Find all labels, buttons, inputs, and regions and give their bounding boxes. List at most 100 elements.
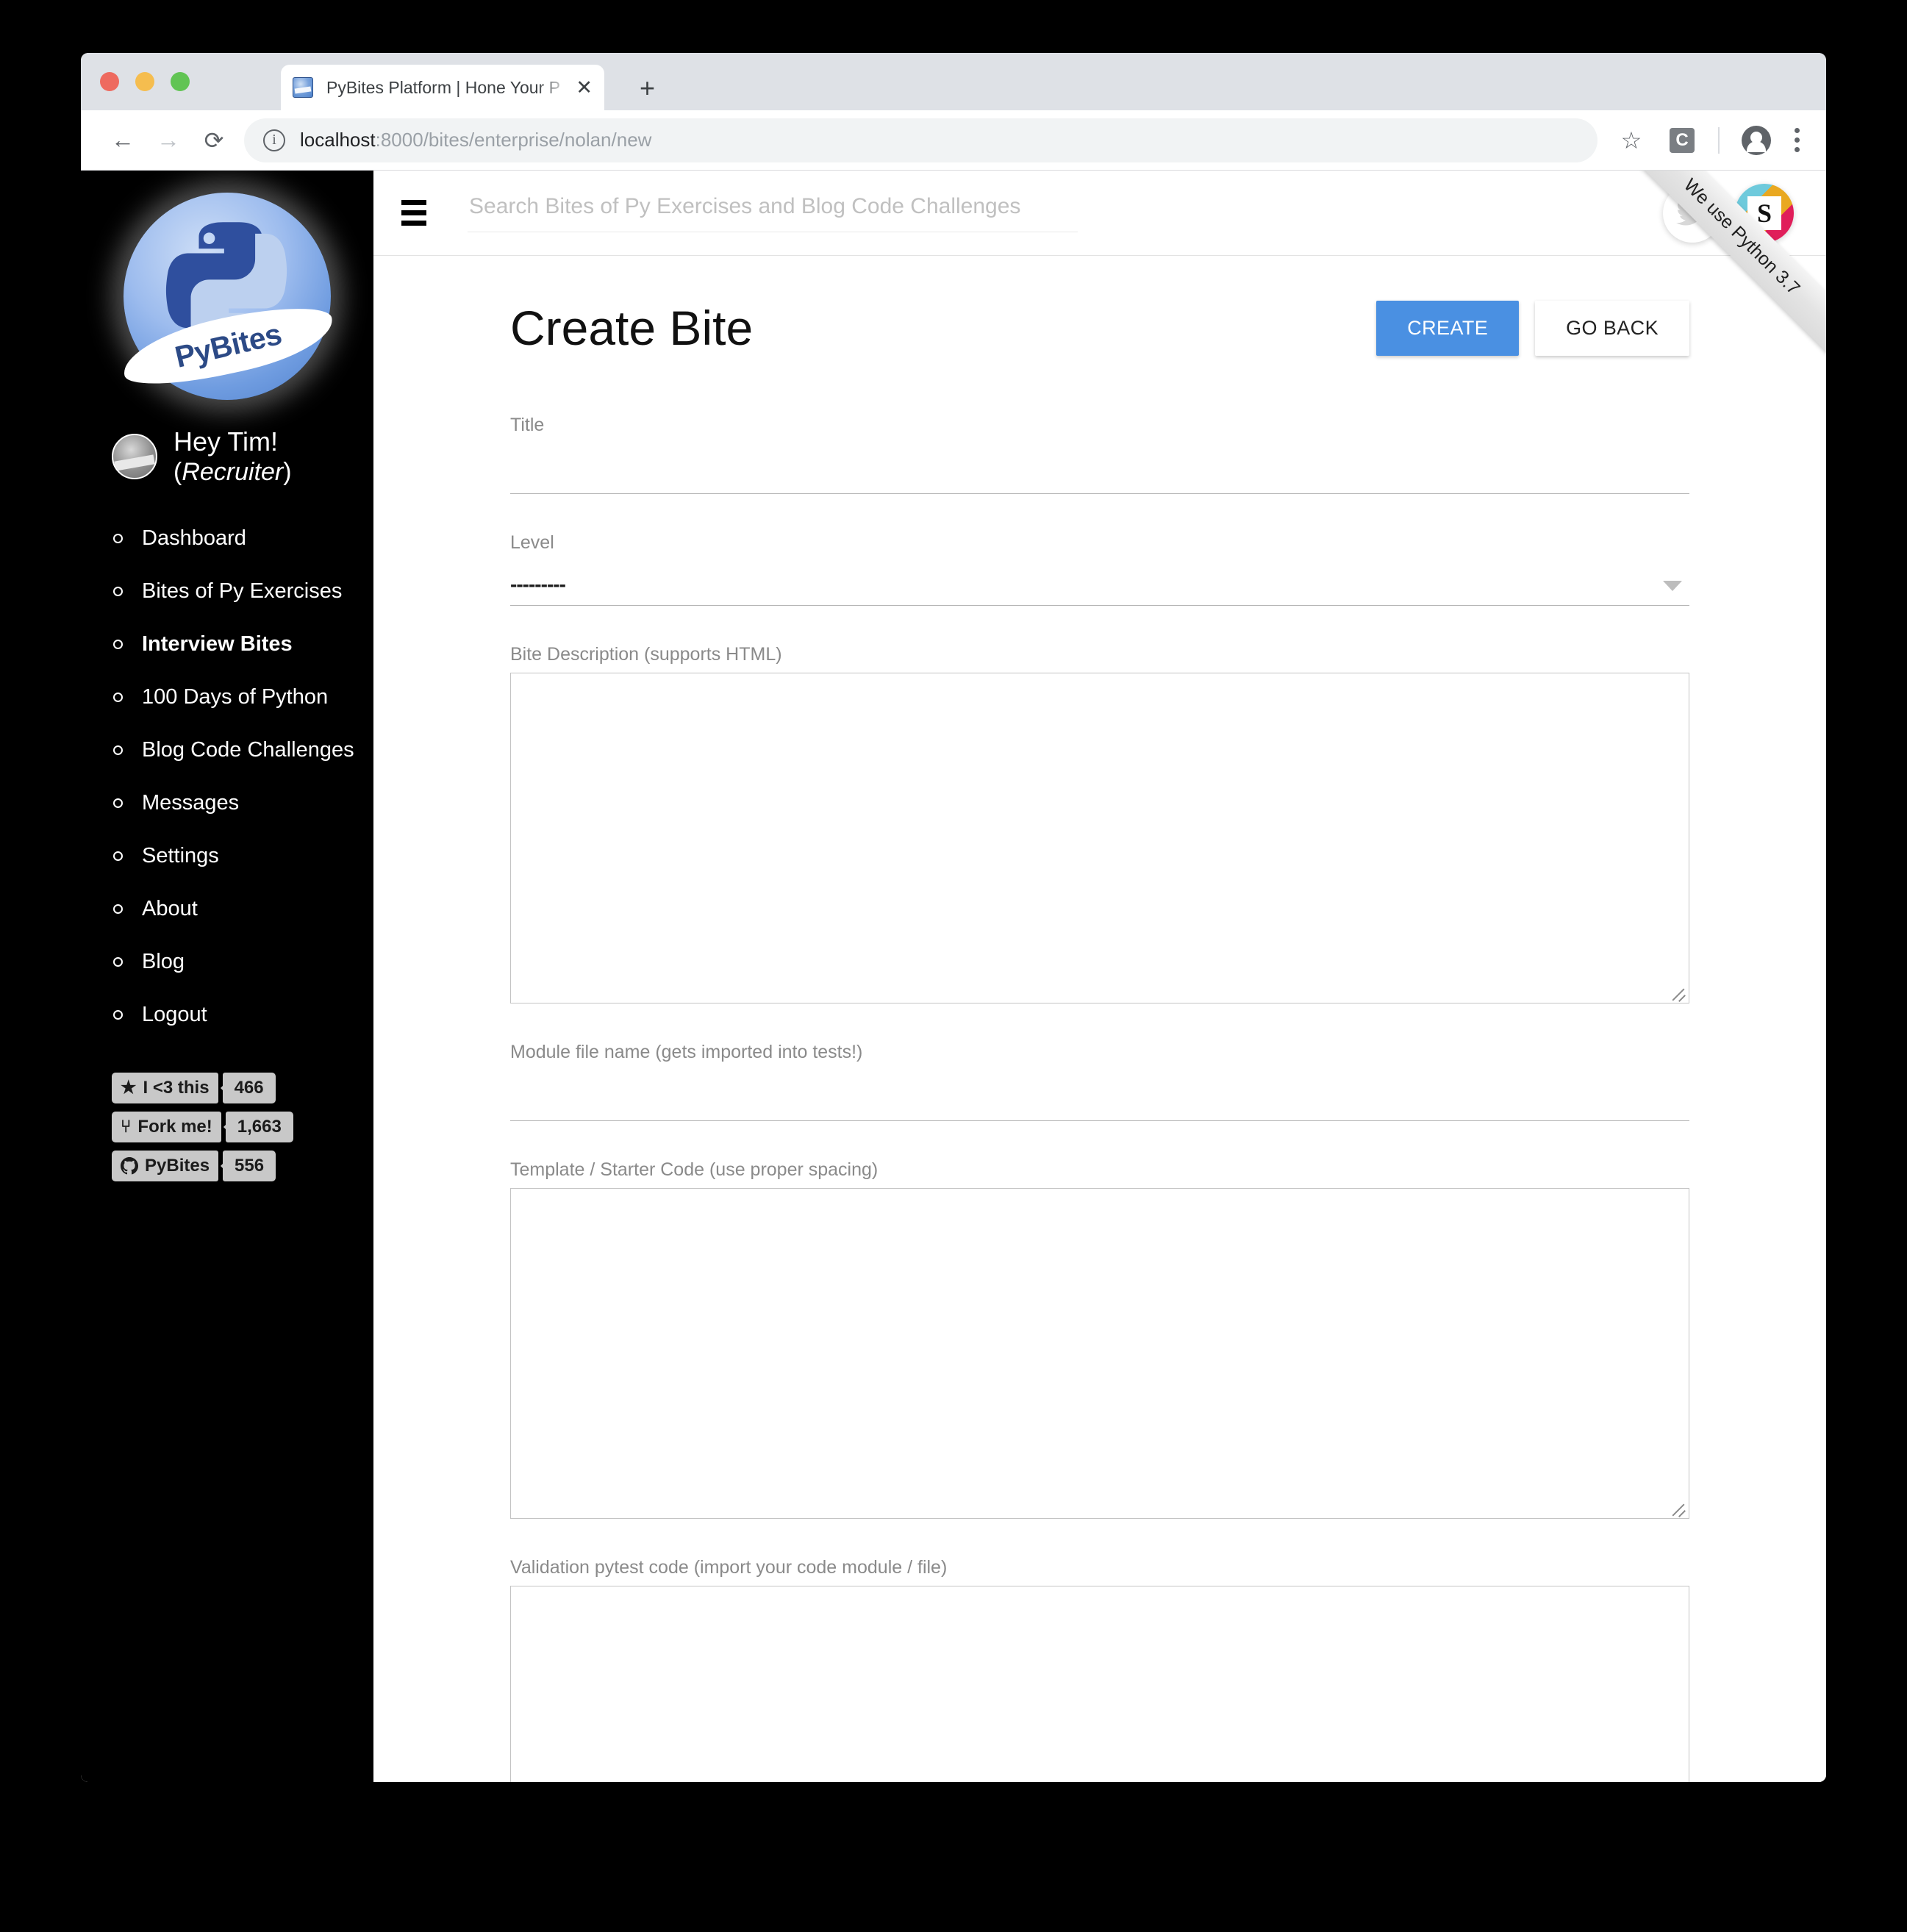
role-paren-open: ( xyxy=(173,458,182,487)
sidebar-item-about[interactable]: About xyxy=(113,883,373,936)
close-window-button[interactable] xyxy=(100,72,119,91)
template-textarea[interactable] xyxy=(510,1188,1689,1519)
window-traffic-lights xyxy=(100,72,190,91)
fork-badge-label: Fork me! xyxy=(137,1116,212,1137)
star-badge-count[interactable]: 466 xyxy=(222,1072,276,1103)
bullet-icon xyxy=(113,904,123,915)
social-links: S xyxy=(1663,183,1794,243)
minimize-window-button[interactable] xyxy=(135,72,154,91)
bookmark-star-icon[interactable]: ☆ xyxy=(1611,126,1652,154)
field-pytest: Validation pytest code (import your code… xyxy=(510,1557,1689,1782)
browser-tab-strip: PyBites Platform | Hone Your P ✕ + xyxy=(81,53,1826,110)
level-select[interactable]: --------- xyxy=(510,561,1689,606)
go-back-button[interactable]: GO BACK xyxy=(1535,300,1689,356)
field-title: Title xyxy=(510,415,1689,494)
bullet-icon xyxy=(113,1010,123,1020)
sidebar-item-label: Interview Bites xyxy=(142,632,293,656)
address-bar[interactable]: i localhost:8000/bites/enterprise/nolan/… xyxy=(244,118,1597,162)
user-avatar[interactable] xyxy=(112,434,157,480)
page-title: Create Bite xyxy=(510,301,754,355)
create-button[interactable]: CREATE xyxy=(1376,300,1520,356)
kebab-menu-icon[interactable] xyxy=(1787,128,1807,152)
app-topbar: S We use Python 3.7 xyxy=(373,171,1826,374)
level-select-wrap[interactable]: --------- xyxy=(510,561,1689,606)
back-button[interactable]: ← xyxy=(100,118,146,163)
fork-badge-button[interactable]: ⑂ Fork me! xyxy=(112,1111,221,1142)
sidebar-item-100-days-of-python[interactable]: 100 Days of Python xyxy=(113,671,373,724)
search-container xyxy=(468,193,1078,232)
sidebar-item-label: 100 Days of Python xyxy=(142,685,329,709)
search-input[interactable] xyxy=(468,193,1078,220)
pytest-textarea[interactable] xyxy=(510,1586,1689,1782)
github-badge-count[interactable]: 556 xyxy=(223,1150,276,1181)
sidebar-item-label: About xyxy=(142,897,198,921)
sidebar-item-label: Blog xyxy=(142,950,185,974)
star-icon: ★ xyxy=(121,1077,137,1098)
module-input[interactable] xyxy=(510,1070,1689,1121)
pytest-label: Validation pytest code (import your code… xyxy=(510,1557,948,1578)
bullet-icon xyxy=(113,851,123,862)
title-input[interactable] xyxy=(510,443,1689,494)
twitter-icon xyxy=(1676,200,1708,226)
sidebar-item-settings[interactable]: Settings xyxy=(113,830,373,883)
user-block: Hey Tim! (Recruiter) xyxy=(81,426,373,487)
page-header: Create Bite CREATE GO BACK xyxy=(510,300,1689,356)
slack-icon: S xyxy=(1747,196,1781,230)
star-badge-label: I <3 this xyxy=(143,1077,210,1098)
pybites-logo-icon: PyBites xyxy=(117,193,339,400)
pybites-favicon-icon xyxy=(293,77,313,98)
field-template: Template / Starter Code (use proper spac… xyxy=(510,1159,1689,1519)
star-badge-button[interactable]: ★ I <3 this xyxy=(112,1072,218,1103)
browser-tab[interactable]: PyBites Platform | Hone Your P ✕ xyxy=(281,65,604,110)
template-label: Template / Starter Code (use proper spac… xyxy=(510,1159,879,1180)
reload-button[interactable]: ⟳ xyxy=(191,118,237,163)
sidebar-item-blog[interactable]: Blog xyxy=(113,936,373,989)
sidebar-logo[interactable]: PyBites xyxy=(81,193,373,400)
github-badge-button[interactable]: PyBites xyxy=(112,1150,219,1181)
new-tab-button[interactable]: + xyxy=(640,75,655,101)
sidebar-nav: Dashboard Bites of Py Exercises Intervie… xyxy=(81,512,373,1042)
screenshot-root: PyBites Platform | Hone Your P ✕ + ← → ⟳… xyxy=(0,0,1907,1932)
field-module: Module file name (gets imported into tes… xyxy=(510,1042,1689,1121)
forward-button[interactable]: → xyxy=(146,118,191,163)
field-level: Level --------- xyxy=(510,532,1689,606)
user-role: (Recruiter) xyxy=(173,457,292,487)
sidebar-item-bites-of-py-exercises[interactable]: Bites of Py Exercises xyxy=(113,565,373,618)
hamburger-menu-icon[interactable] xyxy=(401,200,426,226)
badge-fork: ⑂ Fork me! 1,663 xyxy=(112,1111,373,1142)
role-paren-close: ) xyxy=(283,458,292,487)
bullet-icon xyxy=(113,957,123,967)
extension-icon[interactable]: C xyxy=(1670,127,1695,153)
description-textarea-wrap xyxy=(510,673,1689,1003)
bullet-icon xyxy=(113,534,123,544)
bullet-icon xyxy=(113,640,123,650)
sidebar-item-dashboard[interactable]: Dashboard xyxy=(113,512,373,565)
twitter-link-button[interactable] xyxy=(1663,183,1722,243)
sidebar-item-label: Logout xyxy=(142,1003,207,1027)
sidebar: PyBites Hey Tim! (Recruiter) Dashboard B… xyxy=(81,171,373,1782)
description-label: Bite Description (supports HTML) xyxy=(510,644,782,665)
fork-badge-count[interactable]: 1,663 xyxy=(225,1111,293,1142)
sidebar-item-messages[interactable]: Messages xyxy=(113,777,373,830)
site-info-icon[interactable]: i xyxy=(263,129,285,151)
sidebar-item-logout[interactable]: Logout xyxy=(113,989,373,1042)
description-textarea[interactable] xyxy=(510,673,1689,1003)
sidebar-item-interview-bites[interactable]: Interview Bites xyxy=(113,618,373,671)
sidebar-item-label: Dashboard xyxy=(142,526,246,551)
slack-link-button[interactable]: S xyxy=(1735,183,1794,243)
bullet-icon xyxy=(113,745,123,756)
sidebar-item-label: Blog Code Challenges xyxy=(142,738,354,762)
browser-window: PyBites Platform | Hone Your P ✕ + ← → ⟳… xyxy=(81,53,1826,1782)
template-textarea-wrap xyxy=(510,1188,1689,1519)
github-icon xyxy=(121,1156,138,1174)
user-info: Hey Tim! (Recruiter) xyxy=(173,426,292,487)
bullet-icon xyxy=(113,798,123,809)
profile-avatar-icon[interactable] xyxy=(1742,125,1771,155)
sidebar-item-blog-code-challenges[interactable]: Blog Code Challenges xyxy=(113,724,373,777)
header-actions: CREATE GO BACK xyxy=(1376,300,1689,356)
user-role-label: Recruiter xyxy=(182,458,284,487)
sidebar-item-label: Bites of Py Exercises xyxy=(142,579,343,604)
close-tab-icon[interactable]: ✕ xyxy=(576,77,593,98)
create-bite-form: Create Bite CREATE GO BACK Title Level -… xyxy=(373,256,1826,1782)
maximize-window-button[interactable] xyxy=(171,72,190,91)
